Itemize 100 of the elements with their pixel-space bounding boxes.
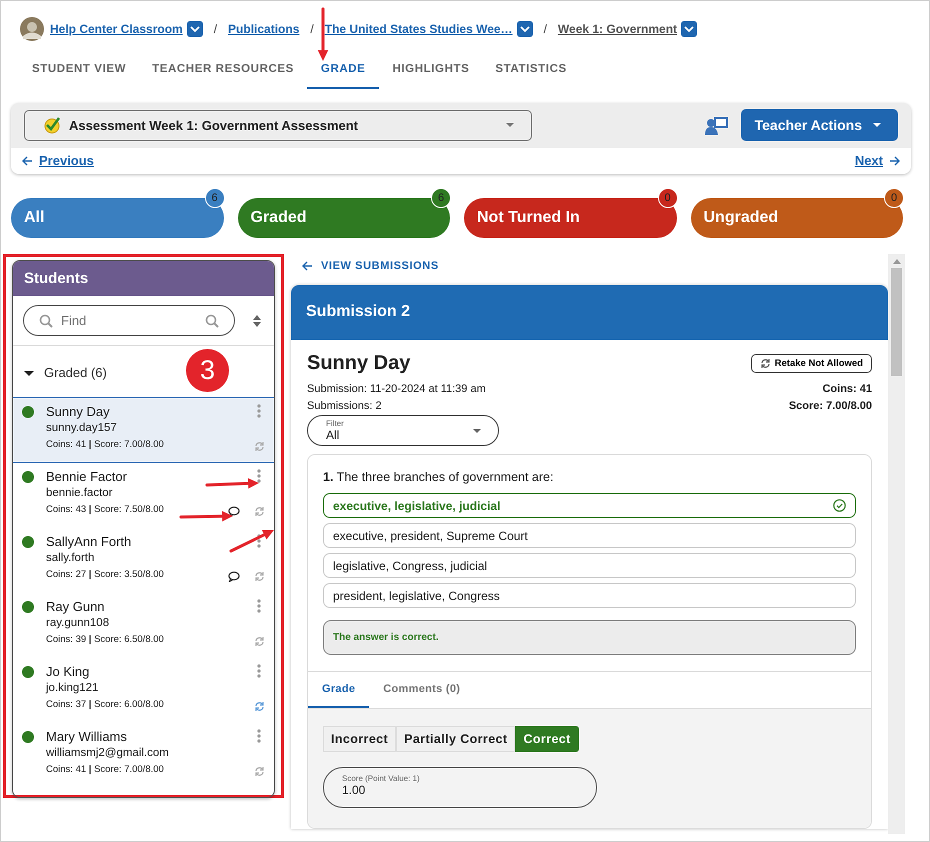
score-field[interactable]: Score (Point Value: 1) 1.00 [323, 767, 597, 808]
filter-value: All [326, 428, 340, 442]
sync-icon[interactable] [254, 506, 265, 517]
status-dot-icon [22, 536, 34, 548]
student-username: ray.gunn108 [46, 617, 110, 629]
filter-select[interactable]: Filter All [307, 415, 499, 446]
retake-button[interactable]: Retake Not Allowed [750, 354, 872, 373]
more-icon[interactable] [257, 534, 261, 548]
student-item[interactable]: Bennie Factor bennie.factor Coins: 43 | Score: 7.50/8.00 [13, 463, 274, 528]
more-icon[interactable] [257, 729, 261, 743]
student-stats: Coins: 41 | Score: 7.00/8.00 [46, 764, 165, 775]
dropdown-icon[interactable] [516, 21, 533, 37]
student-name: Ray Gunn [46, 599, 106, 614]
answer-option: executive, president, Supreme Court [323, 523, 856, 548]
count-badge: 0 [884, 188, 904, 208]
assessment-select[interactable]: Assessment Week 1: Government Assessment [24, 110, 532, 140]
select-value: Assessment Week 1: Government Assessment [69, 118, 360, 132]
student-item[interactable]: Sunny Day sunny.day157 Coins: 41 | Score: 7.00/8.00 [13, 397, 274, 463]
answer-option: president, legislative, Congress [323, 583, 856, 608]
student-username: sunny.day157 [46, 422, 118, 434]
scroll-up-icon [892, 259, 900, 264]
student-item[interactable]: SallyAnn Forth sally.forth Coins: 27 | Score: 3.50/8.00 [13, 528, 274, 593]
more-icon[interactable] [257, 469, 261, 483]
breadcrumb-link[interactable]: Week 1: Government [558, 22, 678, 36]
teacher-actions-button[interactable]: Teacher Actions [740, 109, 898, 141]
tab[interactable]: STATISTICS [482, 54, 580, 89]
student-stats: Coins: 27 | Score: 3.50/8.00 [46, 569, 165, 580]
sync-icon [760, 358, 771, 369]
student-name: Mary Williams [46, 729, 128, 744]
more-icon[interactable] [257, 404, 261, 418]
caret-icon [872, 122, 882, 128]
score-field-label: Score (Point Value: 1) [342, 774, 421, 783]
group-label[interactable]: Graded (6) [44, 365, 107, 380]
student-name: Sunny Day [46, 404, 111, 419]
caret-icon [472, 428, 482, 434]
panel-header: Students [13, 261, 274, 296]
breadcrumb-separator: / [544, 22, 547, 36]
grade-option-button[interactable]: Partially Correct [396, 726, 516, 752]
student-name: Jo King [46, 664, 90, 679]
dropdown-icon[interactable] [681, 21, 698, 37]
student-item[interactable]: Mary Williams williamsmj2@gmail.com Coins: 41 | Score: 7.00/8.00 [13, 723, 274, 788]
presenter-icon[interactable] [704, 114, 729, 136]
tab[interactable]: HIGHLIGHTS [379, 54, 482, 89]
submission-header: Submission 2 [291, 285, 888, 340]
status-dot-icon [22, 666, 34, 678]
sync-icon[interactable] [254, 441, 265, 452]
student-username: williamsmj2@gmail.com [46, 747, 170, 759]
answer-option: executive, legislative, judicial [323, 493, 856, 518]
scrollbar[interactable] [888, 254, 905, 834]
status-dot-icon [22, 471, 34, 483]
search-icon [39, 314, 53, 328]
breadcrumb-separator: / [310, 22, 314, 36]
tab[interactable]: TEACHER RESOURCES [139, 54, 307, 89]
grade-option-button[interactable]: Incorrect [323, 726, 396, 752]
feedback-message: The answer is correct. [323, 620, 856, 655]
tab[interactable]: Comments (0) [369, 672, 474, 708]
tab[interactable]: STUDENT VIEW [19, 54, 140, 89]
arrow-left-icon [301, 260, 313, 272]
student-stats: Coins: 43 | Score: 7.50/8.00 [46, 504, 165, 515]
submission-date: Submission: 11-20-2024 at 11:39 am [307, 382, 486, 397]
arrow-left-icon [21, 154, 33, 166]
status-dot-icon [22, 601, 34, 613]
filter-label: Filter [326, 419, 344, 428]
view-submissions-link[interactable]: VIEW SUBMISSIONS [291, 254, 888, 278]
comment-icon[interactable] [228, 571, 240, 582]
next-link[interactable]: Next [854, 153, 901, 168]
sync-icon[interactable] [254, 571, 265, 582]
student-item[interactable]: Ray Gunn ray.gunn108 Coins: 39 | Score: 6.50/8.00 [13, 593, 274, 658]
status-dot-icon [22, 731, 34, 743]
student-username: jo.king121 [46, 682, 100, 694]
sync-icon[interactable] [254, 636, 265, 647]
student-stats: Coins: 37 | Score: 6.00/8.00 [46, 699, 165, 710]
search-field[interactable]: Find [23, 305, 235, 336]
annotation-badge: 3 [186, 349, 229, 392]
breadcrumb-link[interactable]: The United States Studies Wee… [324, 22, 513, 36]
previous-link[interactable]: Previous [21, 153, 94, 168]
score-label: Score: 7.00/8.00 [788, 399, 872, 414]
sync-icon[interactable] [254, 766, 265, 777]
student-name: SallyAnn Forth [46, 534, 132, 549]
search-icon [205, 314, 219, 328]
student-username: sally.forth [46, 552, 96, 564]
student-username: bennie.factor [46, 487, 114, 499]
more-icon[interactable] [257, 664, 261, 678]
breadcrumb-link[interactable]: Publications [228, 22, 300, 36]
status-dot-icon [22, 406, 34, 418]
submission-count: Submissions: 2 [307, 399, 383, 414]
student-name: Bennie Factor [46, 469, 128, 484]
coins-label: Coins: 41 [821, 382, 872, 397]
arrow-right-icon [889, 154, 901, 166]
score-field-value: 1.00 [342, 783, 366, 797]
dropdown-icon[interactable] [186, 21, 203, 37]
answer-option: legislative, Congress, judicial [323, 553, 856, 578]
count-badge: 6 [204, 188, 224, 208]
student-item[interactable]: Jo King jo.king121 Coins: 37 | Score: 6.00/8.00 [13, 658, 274, 723]
breadcrumb-link[interactable]: Help Center Classroom [50, 22, 183, 36]
more-icon[interactable] [257, 599, 261, 613]
sync-icon[interactable] [254, 701, 265, 712]
sort-icon[interactable] [253, 314, 261, 326]
scrollbar-thumb[interactable] [891, 268, 902, 376]
grade-option-button[interactable]: Correct [515, 726, 579, 752]
